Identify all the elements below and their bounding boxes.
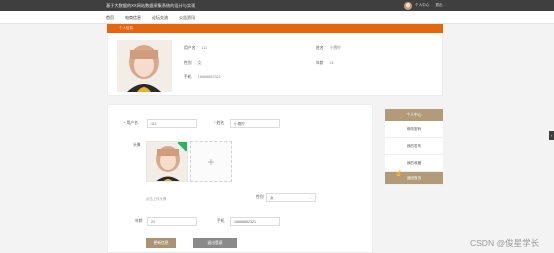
sidebar-item-my-posts[interactable]: 我的发布 xyxy=(385,138,443,155)
nav-item-forum[interactable]: 论坛交流 xyxy=(152,15,168,21)
nav-item-news[interactable]: 公告资讯 xyxy=(179,15,195,21)
nav-item-home[interactable]: 首页 xyxy=(106,15,114,21)
gender-select[interactable]: 女 ⌄ xyxy=(266,193,316,202)
sidebar-item-change-password[interactable]: 修改密码 xyxy=(385,121,443,138)
gender-selected: 女 xyxy=(270,196,274,200)
username-input[interactable]: 111 xyxy=(147,119,197,128)
profile-photo xyxy=(117,40,172,92)
top-header: 基于大数据的XX网站数据采集系统的设计与实现 个人中心 退出 xyxy=(0,0,554,11)
site-title: 基于大数据的XX网站数据采集系统的设计与实现 xyxy=(106,3,196,8)
pointer-cursor-icon: ☝ xyxy=(395,171,403,177)
sidebar-title: 个人中心 xyxy=(385,109,443,121)
profile-age: 年龄 21 xyxy=(316,61,334,65)
age-input[interactable]: 21 xyxy=(147,217,197,226)
name-input[interactable]: 小雪柠 xyxy=(230,119,280,128)
profile-gender: 性别女 xyxy=(184,61,202,65)
user-center-link[interactable]: 个人中心 xyxy=(415,3,429,8)
plus-icon: + xyxy=(207,154,215,169)
logout-button[interactable]: 退出登录 xyxy=(193,238,237,248)
avatar-upload-button[interactable]: + xyxy=(190,141,232,182)
sidebar-item-home[interactable]: 返回首页 xyxy=(385,172,443,185)
side-scroll-tab[interactable]: ‹ xyxy=(549,131,554,140)
profile-card: 用户名 111 姓名 小雪柠 性别女 年龄 21 手机 18668852321 xyxy=(107,33,443,96)
form-gender-label: 性别 xyxy=(256,195,264,199)
form-phone-label: 手机 xyxy=(217,219,225,223)
form-avatar-label: 头像 xyxy=(133,143,141,147)
chevron-down-icon: ⌄ xyxy=(309,196,312,200)
watermark: CSDN @俊星学长 xyxy=(470,238,540,248)
sidebar: 个人中心 修改密码 我的发布 我的收藏 返回首页 xyxy=(385,109,443,185)
upload-hint: 点击上传头像 xyxy=(146,197,167,201)
profile-phone: 手机 18668852321 xyxy=(184,75,221,79)
avatar-preview[interactable] xyxy=(146,141,188,182)
user-area: 个人中心 退出 xyxy=(404,1,443,10)
portrait-image xyxy=(117,40,172,92)
phone-input[interactable]: 18668852321 xyxy=(230,217,280,226)
form-name-label: *姓名 xyxy=(214,121,225,125)
update-info-button[interactable]: 更新信息 xyxy=(146,238,176,248)
nav-item-ecommerce[interactable]: 电商信息 xyxy=(125,15,141,21)
profile-banner: 个人信息 xyxy=(107,24,443,33)
main-nav: 首页 电商信息 论坛交流 公告资讯 xyxy=(0,11,554,24)
avatar[interactable] xyxy=(404,1,412,10)
profile-username: 用户名 111 xyxy=(184,46,208,50)
form-age-label: 年龄 xyxy=(135,219,143,223)
form-username-label: *用户名 xyxy=(124,121,138,125)
sidebar-item-my-favorites[interactable]: 我的收藏 xyxy=(385,155,443,172)
profile-name: 姓名 小雪柠 xyxy=(316,46,341,50)
logout-link[interactable]: 退出 xyxy=(435,3,442,8)
banner-title: 个人信息 xyxy=(119,26,133,30)
